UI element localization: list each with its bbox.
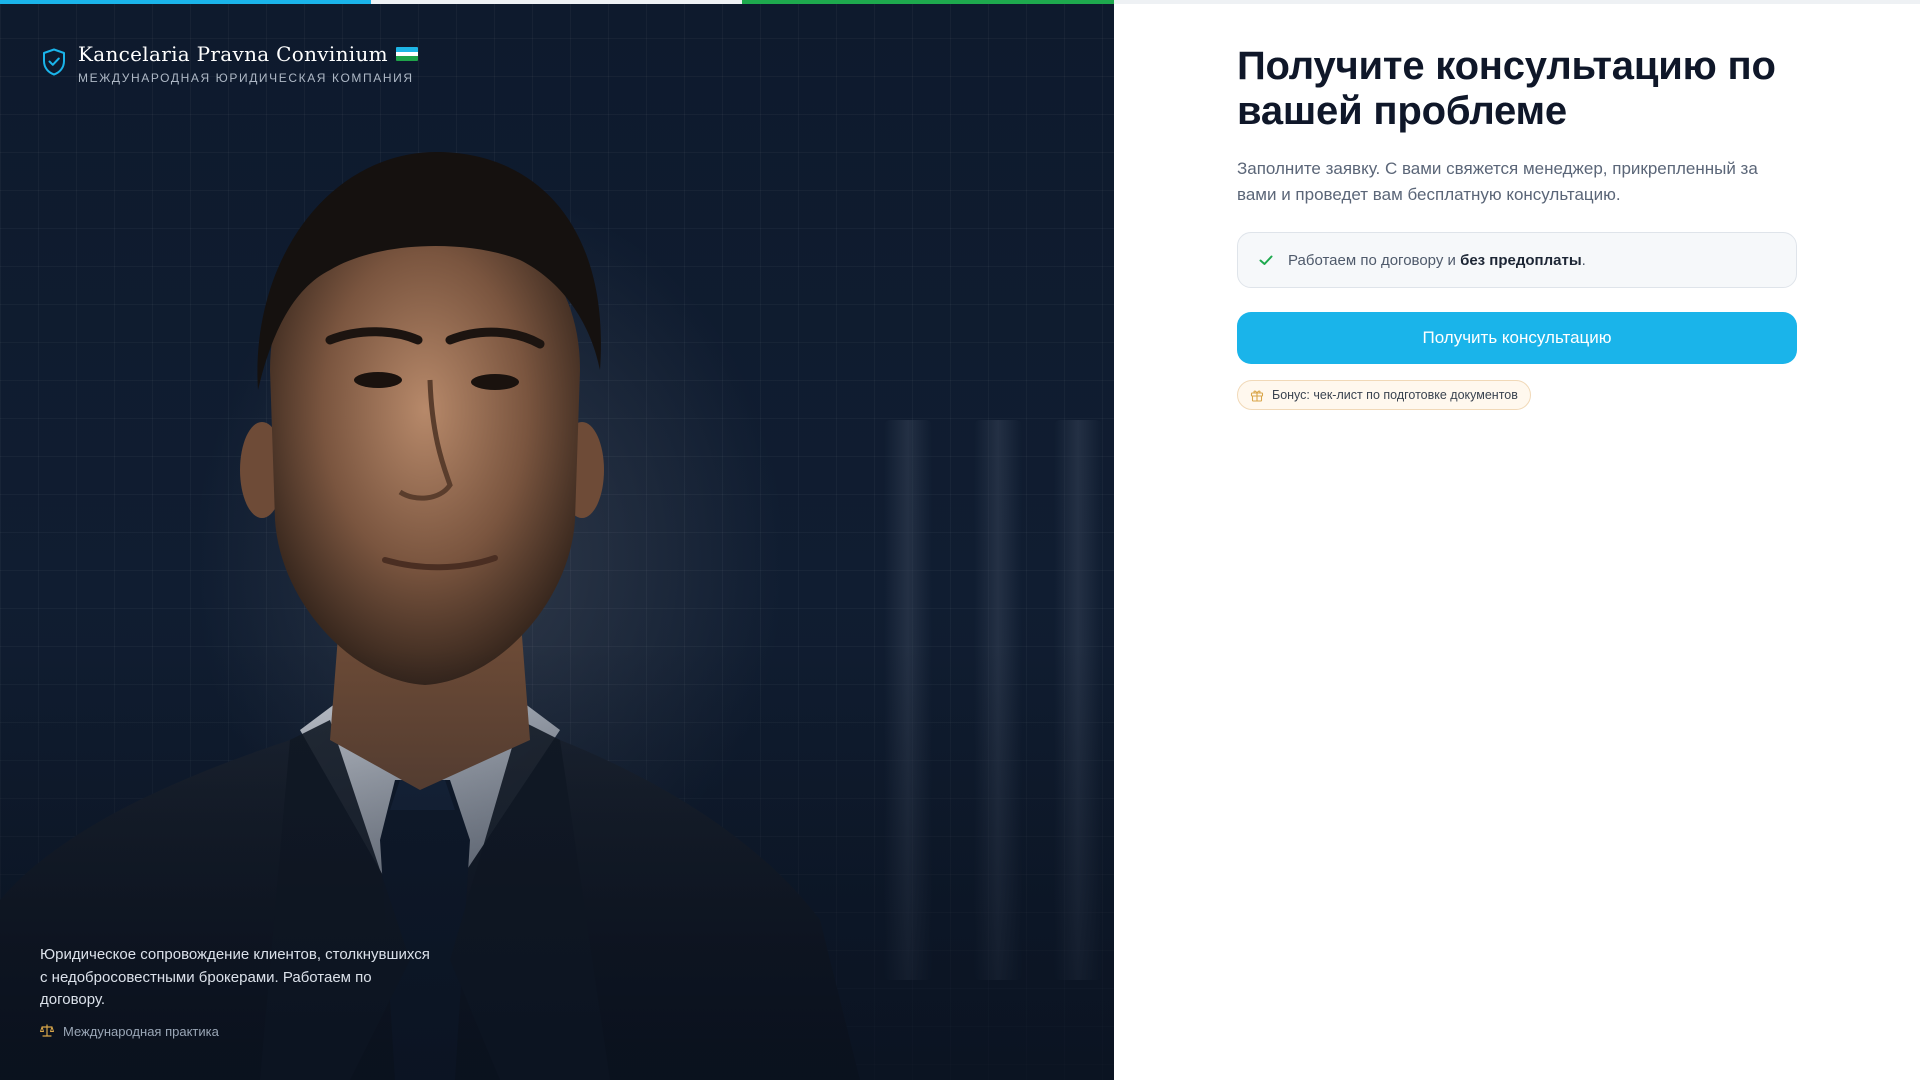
notice-prefix: Работаем по договору и (1288, 251, 1461, 269)
brand-title-row: Kancelaria Pravna Convinium (78, 42, 418, 66)
shield-check-icon (43, 48, 65, 76)
gift-icon (1250, 390, 1264, 402)
contract-notice: Работаем по договору и без предоплаты. (1237, 232, 1797, 288)
hero-caption: Юридическое сопровождение клиентов, стол… (40, 944, 430, 1039)
check-icon (1259, 255, 1273, 265)
stripe-rest (1114, 0, 1920, 4)
brand-logo[interactable]: Kancelaria Pravna Convinium МЕЖДУНАРОДНА… (42, 42, 418, 85)
notice-suffix: . (1581, 251, 1586, 269)
hero-caption-text: Юридическое сопровождение клиентов, стол… (40, 946, 430, 1008)
brand-text: Kancelaria Pravna Convinium МЕЖДУНАРОДНА… (78, 42, 418, 85)
hero-panel: Kancelaria Pravna Convinium МЕЖДУНАРОДНА… (0, 0, 1114, 1080)
lead-text: Заполните заявку. С вами свяжется менедж… (1237, 159, 1758, 204)
stripe-blue (0, 0, 371, 4)
brand-subtitle: МЕЖДУНАРОДНАЯ ЮРИДИЧЕСКАЯ КОМПАНИЯ (78, 71, 414, 85)
get-consultation-button[interactable]: Получить консультацию (1237, 312, 1797, 364)
notice-text: Работаем по договору и без предоплаты. (1288, 252, 1586, 269)
page-title: Получите консультацию по вашей проблеме (1237, 44, 1776, 133)
brand-title: Kancelaria Pravna Convinium (78, 42, 388, 66)
uzbekistan-flag-icon (395, 47, 418, 61)
hero-vignette (0, 0, 1114, 1080)
hero-tag-text: Международная практика (63, 1023, 219, 1039)
bonus-badge: Бонус: чек-лист по подготовке документов (1237, 380, 1531, 410)
top-stripe (0, 0, 1920, 4)
stripe-green (742, 0, 1114, 4)
notice-emphasis: без предоплаты (1460, 251, 1582, 269)
consultation-panel: Получите консультацию по вашей проблеме … (1114, 0, 1920, 1080)
consultation-form: Получите консультацию по вашей проблеме … (1237, 44, 1797, 410)
stripe-white (371, 0, 742, 4)
hero-tag: Международная практика (40, 1024, 430, 1039)
bonus-text: Бонус: чек-лист по подготовке документов (1272, 388, 1518, 402)
scales-icon (40, 1024, 54, 1037)
